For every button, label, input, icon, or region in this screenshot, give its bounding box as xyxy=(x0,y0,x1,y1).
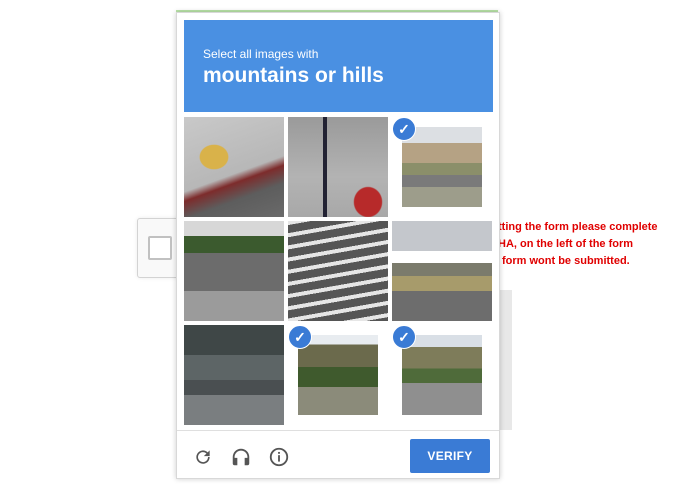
tile-image-mountain-road xyxy=(402,335,482,415)
recaptcha-checkbox[interactable] xyxy=(148,236,172,260)
captcha-tile-9[interactable]: ✓ xyxy=(392,325,492,425)
captcha-tile-7[interactable] xyxy=(184,325,284,425)
captcha-tile-1[interactable] xyxy=(184,117,284,217)
page-background-block xyxy=(498,290,512,430)
captcha-tile-2[interactable] xyxy=(288,117,388,217)
tile-image-crosswalk xyxy=(288,221,388,321)
warning-line-3: form wont be submitted. xyxy=(502,255,630,267)
form-warning-message: tting the form please complete HA, on th… xyxy=(498,219,678,270)
captcha-tile-6[interactable] xyxy=(392,221,492,321)
reload-icon[interactable] xyxy=(191,445,215,469)
challenge-header: Select all images with mountains or hill… xyxy=(184,20,493,112)
check-icon: ✓ xyxy=(392,325,416,349)
verify-button[interactable]: VERIFY xyxy=(410,439,490,473)
captcha-tile-4[interactable] xyxy=(184,221,284,321)
footer-divider xyxy=(177,430,499,431)
warning-line-1: tting the form please complete xyxy=(498,221,658,233)
tile-image-truck-on-highway xyxy=(392,221,492,321)
check-icon: ✓ xyxy=(288,325,312,349)
captcha-tile-8[interactable]: ✓ xyxy=(288,325,388,425)
tile-image-wall-and-road xyxy=(184,325,284,425)
audio-icon[interactable] xyxy=(229,445,253,469)
tile-image-desert-road xyxy=(402,127,482,207)
warning-line-2: HA, on the left of the form xyxy=(498,238,634,250)
tile-image-mountain-with-trees xyxy=(298,335,378,415)
captcha-tile-3[interactable]: ✓ xyxy=(392,117,492,217)
tile-image-road-with-trees xyxy=(184,221,284,321)
captcha-challenge-dialog: Select all images with mountains or hill… xyxy=(176,12,500,479)
captcha-tile-5[interactable] xyxy=(288,221,388,321)
check-icon: ✓ xyxy=(392,117,416,141)
tile-image-fire-hydrant xyxy=(184,117,284,217)
challenge-target: mountains or hills xyxy=(203,64,384,87)
tile-image-pole-and-hydrant xyxy=(288,117,388,217)
challenge-instruction: Select all images with xyxy=(203,47,319,61)
info-icon[interactable] xyxy=(267,445,291,469)
